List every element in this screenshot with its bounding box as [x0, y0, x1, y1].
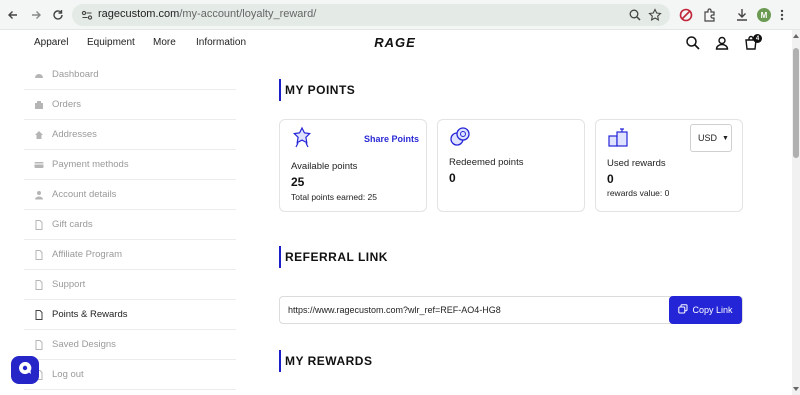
- back-arrow-icon[interactable]: [4, 6, 22, 24]
- sidebar-item-label: Payment methods: [52, 159, 129, 170]
- sidebar-item-label: Addresses: [52, 129, 97, 140]
- zoom-icon[interactable]: [628, 8, 642, 22]
- download-icon[interactable]: [734, 7, 750, 23]
- chevron-down-icon: ▼: [722, 134, 729, 142]
- puzzle-icon[interactable]: [702, 7, 718, 23]
- home-icon: [34, 130, 44, 140]
- sidebar-item-affiliate-program[interactable]: Affiliate Program: [24, 240, 236, 270]
- sidebar-item-label: Points & Rewards: [52, 309, 128, 320]
- copy-link-label: Copy Link: [692, 305, 733, 315]
- dashboard-icon: [34, 70, 44, 80]
- sidebar-item-label: Saved Designs: [52, 339, 116, 350]
- available-points-label: Available points: [291, 161, 358, 172]
- available-points-card: Share Points Available points 25 Total p…: [279, 119, 427, 212]
- orders-icon: [34, 100, 44, 110]
- browser-toolbar: ragecustom.com/my-account/loyalty_reward…: [0, 0, 800, 30]
- account-icon[interactable]: [714, 35, 730, 51]
- nav-more[interactable]: More: [153, 37, 176, 48]
- rewards-value-text: rewards value: 0: [607, 188, 670, 198]
- chat-bubble-icon: [17, 360, 33, 381]
- copy-icon: [678, 304, 688, 316]
- redeemed-points-card: Redeemed points 0: [437, 119, 585, 212]
- sidebar-item-gift-cards[interactable]: Gift cards: [24, 210, 236, 240]
- my-points-heading: MY POINTS: [279, 79, 355, 101]
- sidebar-item-dashboard[interactable]: Dashboard: [24, 60, 236, 90]
- site-header: Apparel Equipment More Information RAGE …: [0, 30, 792, 56]
- document-icon: [34, 279, 44, 290]
- my-rewards-heading: MY REWARDS: [279, 350, 372, 372]
- user-icon: [34, 190, 44, 200]
- scrollbar-thumb[interactable]: [793, 48, 799, 158]
- sidebar-item-label: Support: [52, 279, 86, 290]
- url-text: ragecustom.com/my-account/loyalty_reward…: [98, 8, 316, 20]
- scroll-down-icon[interactable]: [793, 387, 799, 391]
- url-host: ragecustom.com: [98, 8, 180, 20]
- page-scrollbar[interactable]: [792, 30, 800, 395]
- url-path: /my-account/loyalty_reward/: [179, 8, 317, 20]
- star-badge-icon: [291, 126, 313, 148]
- available-points-value: 25: [291, 175, 305, 189]
- sidebar-item-label: Gift cards: [52, 219, 93, 230]
- nav-information[interactable]: Information: [196, 37, 246, 48]
- redeemed-points-value: 0: [449, 171, 456, 185]
- kebab-menu-icon[interactable]: [779, 7, 787, 23]
- sidebar-item-saved-designs[interactable]: Saved Designs: [24, 330, 236, 360]
- profile-avatar[interactable]: M: [757, 8, 771, 22]
- currency-select[interactable]: USD ▼: [690, 124, 732, 152]
- cart-count-badge: 4: [753, 34, 762, 43]
- chat-widget-button[interactable]: [11, 356, 39, 384]
- sidebar-item-addresses[interactable]: Addresses: [24, 120, 236, 150]
- sidebar-item-label: Account details: [52, 189, 117, 200]
- used-rewards-label: Used rewards: [607, 158, 666, 169]
- reload-icon[interactable]: [49, 6, 67, 24]
- forward-arrow-icon[interactable]: [27, 6, 45, 24]
- extension-icon[interactable]: [678, 7, 694, 23]
- sidebar-item-label: Dashboard: [52, 69, 99, 80]
- site-info-icon[interactable]: [80, 8, 94, 22]
- currency-value: USD: [698, 133, 718, 143]
- document-icon: [34, 249, 44, 260]
- document-icon: [34, 309, 44, 320]
- referral-url-text[interactable]: https://www.ragecustom.com?wlr_ref=REF-A…: [288, 305, 501, 315]
- sidebar-item-label: Orders: [52, 99, 82, 110]
- referral-link-heading: REFERRAL LINK: [279, 246, 388, 268]
- sidebar-item-payment-methods[interactable]: Payment methods: [24, 150, 236, 180]
- scroll-up-icon[interactable]: [793, 34, 799, 38]
- credit-card-icon: [34, 160, 44, 170]
- sidebar-item-points-rewards[interactable]: Points & Rewards: [24, 300, 236, 330]
- logo-text: RAGE: [374, 35, 416, 49]
- address-bar[interactable]: ragecustom.com/my-account/loyalty_reward…: [72, 4, 670, 26]
- total-points-earned: Total points earned: 25: [291, 192, 378, 202]
- sidebar-item-orders[interactable]: Orders: [24, 90, 236, 120]
- used-rewards-value: 0: [607, 172, 614, 186]
- sidebar-item-label: Affiliate Program: [52, 249, 123, 260]
- redeemed-points-label: Redeemed points: [449, 157, 524, 168]
- sidebar-item-support[interactable]: Support: [24, 270, 236, 300]
- bookmark-star-icon[interactable]: [648, 8, 662, 22]
- coins-icon: [449, 126, 471, 148]
- share-points-link[interactable]: Share Points: [364, 134, 419, 144]
- rage-logo[interactable]: RAGE: [366, 35, 424, 49]
- nav-equipment[interactable]: Equipment: [87, 37, 135, 48]
- document-icon: [34, 219, 44, 230]
- sidebar-item-label: Log out: [52, 369, 84, 380]
- sidebar-item-account-details[interactable]: Account details: [24, 180, 236, 210]
- used-rewards-card: USD ▼ Used rewards 0 rewards value: 0: [595, 119, 743, 212]
- document-icon: [34, 339, 44, 350]
- sidebar-item-log-out[interactable]: Log out: [24, 360, 236, 390]
- referral-link-box: https://www.ragecustom.com?wlr_ref=REF-A…: [279, 296, 743, 324]
- copy-link-button[interactable]: Copy Link: [669, 296, 742, 324]
- nav-apparel[interactable]: Apparel: [34, 37, 68, 48]
- gift-boxes-icon: [607, 126, 629, 148]
- search-icon[interactable]: [685, 35, 701, 51]
